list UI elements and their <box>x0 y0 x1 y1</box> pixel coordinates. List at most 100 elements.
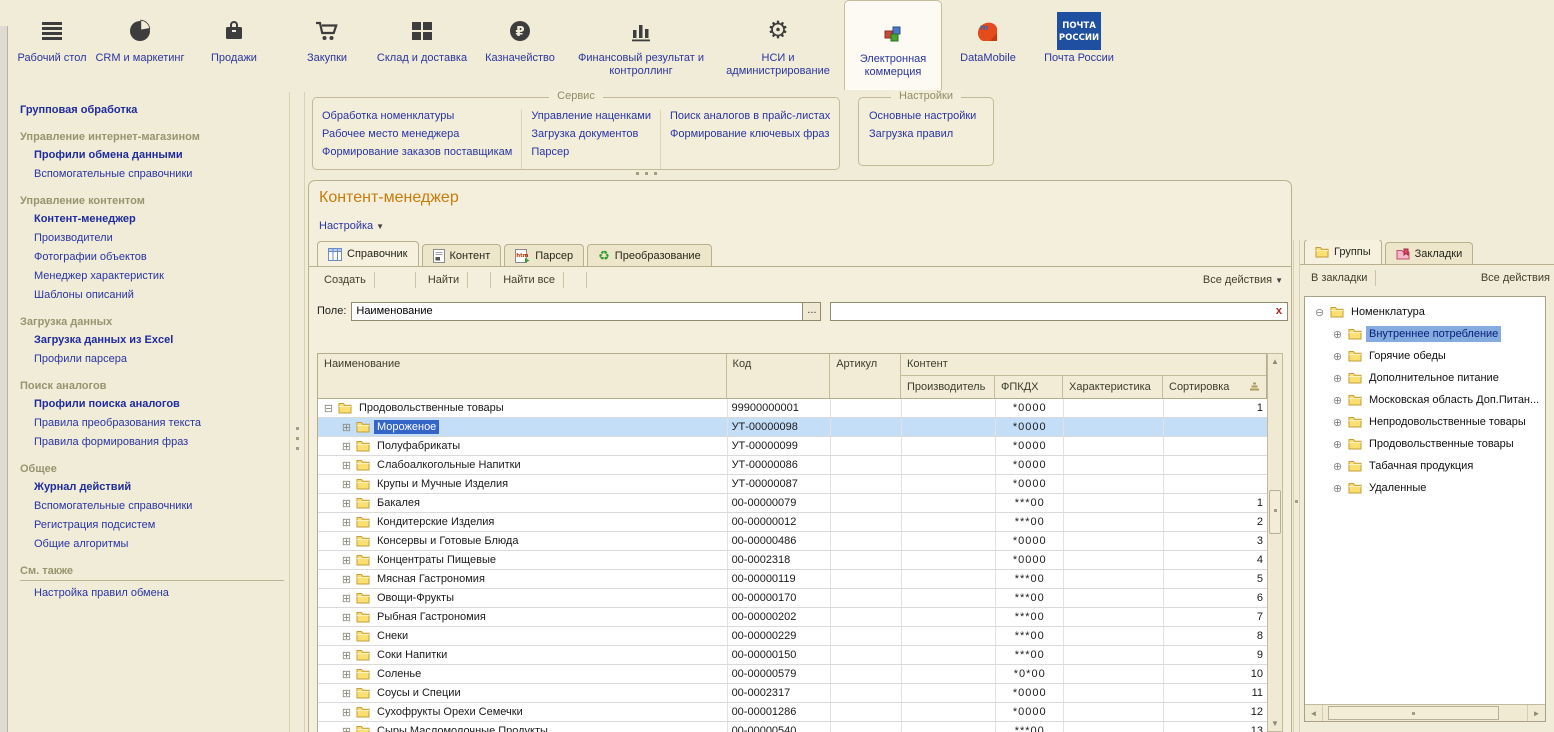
cell-code[interactable]: 00-00000150 <box>728 646 832 664</box>
cell-fpkdh[interactable]: ***00 <box>996 494 1064 512</box>
scroll-down-icon[interactable]: ▼ <box>1268 716 1282 731</box>
ribbon-item-2[interactable]: Продажи <box>188 0 280 90</box>
cell-article[interactable] <box>831 532 902 550</box>
column-header-code[interactable]: Код <box>727 354 831 398</box>
right-panel-splitter[interactable] <box>1293 240 1300 732</box>
cell-name[interactable]: ⊞Слабоалкогольные Напитки <box>318 456 728 474</box>
table-row[interactable]: ⊟Продовольственные товары99900000001 *000… <box>318 399 1267 418</box>
cell-fpkdh[interactable]: *0000 <box>996 551 1064 569</box>
cell-fpkdh[interactable]: *0000 <box>996 437 1064 455</box>
cell-fpkdh[interactable]: *0000 <box>996 418 1064 436</box>
cell-sort[interactable]: 12 <box>1164 703 1267 721</box>
cell-fpkdh[interactable]: ***00 <box>996 722 1064 732</box>
expand-icon[interactable]: ⊕ <box>1331 372 1344 385</box>
cell-characteristic[interactable] <box>1064 665 1164 683</box>
cell-fpkdh[interactable]: *0000 <box>996 399 1064 417</box>
ellipsis-button[interactable]: ... <box>802 303 820 320</box>
all-actions-button[interactable]: Все действия▼ <box>1203 274 1283 286</box>
cell-producer[interactable] <box>902 456 996 474</box>
scroll-up-icon[interactable]: ▲ <box>1268 354 1282 369</box>
cell-sort[interactable]: 1 <box>1164 494 1267 512</box>
column-header-fpkdh[interactable]: ФПКДХ <box>995 376 1063 398</box>
scroll-right-icon[interactable]: ► <box>1527 705 1545 721</box>
scroll-left-icon[interactable]: ◄ <box>1305 705 1323 721</box>
cell-producer[interactable] <box>902 570 996 588</box>
sidebar-item[interactable]: Настройка правил обмена <box>34 587 288 599</box>
cell-characteristic[interactable] <box>1064 608 1164 626</box>
cell-name[interactable]: ⊞Сухофрукты Орехи Семечки <box>318 703 728 721</box>
create-button[interactable]: Создать <box>320 274 366 286</box>
expand-icon[interactable]: ⊕ <box>1331 438 1344 451</box>
cell-sort[interactable]: 10 <box>1164 665 1267 683</box>
cell-article[interactable] <box>831 551 902 569</box>
cell-producer[interactable] <box>902 665 996 683</box>
cell-fpkdh[interactable]: ***00 <box>996 608 1064 626</box>
cell-producer[interactable] <box>902 684 996 702</box>
cell-code[interactable]: 99900000001 <box>728 399 832 417</box>
clear-icon[interactable]: x <box>1270 303 1287 320</box>
cell-name[interactable]: ⊞Консервы и Готовые Блюда <box>318 532 728 550</box>
ribbon-item-1[interactable]: CRM и маркетинг <box>92 0 188 90</box>
cell-code[interactable]: УТ-00000087 <box>728 475 832 493</box>
table-row[interactable]: ⊞Кондитерские Изделия00-00000012***002 <box>318 513 1267 532</box>
cell-code[interactable]: 00-00000579 <box>728 665 832 683</box>
cell-sort[interactable] <box>1164 418 1267 436</box>
sidebar-item[interactable]: Производители <box>34 232 288 244</box>
service-link[interactable]: Управление наценками <box>531 110 651 122</box>
groups-all-actions-button[interactable]: Все действия <box>1481 272 1550 284</box>
cell-name[interactable]: ⊟Продовольственные товары <box>318 399 728 417</box>
sidebar-item[interactable]: Контент-менеджер <box>34 213 288 225</box>
cell-fpkdh[interactable]: *0000 <box>996 532 1064 550</box>
cell-code[interactable]: 00-00000540 <box>728 722 832 732</box>
table-row[interactable]: ⊞Соки Напитки00-00000150***009 <box>318 646 1267 665</box>
cell-fpkdh[interactable]: *0000 <box>996 684 1064 702</box>
expand-icon[interactable]: ⊕ <box>1331 482 1344 495</box>
expand-icon[interactable]: ⊞ <box>340 554 353 567</box>
table-row[interactable]: ⊞Сухофрукты Орехи Семечки00-00001286*000… <box>318 703 1267 722</box>
cell-name[interactable]: ⊞Соки Напитки <box>318 646 728 664</box>
cell-producer[interactable] <box>902 646 996 664</box>
cell-sort[interactable] <box>1164 475 1267 493</box>
cell-name[interactable]: ⊞Соусы и Специи <box>318 684 728 702</box>
service-link[interactable]: Рабочее место менеджера <box>322 128 512 140</box>
cell-fpkdh[interactable]: ***00 <box>996 589 1064 607</box>
expand-icon[interactable]: ⊞ <box>340 421 353 434</box>
cell-code[interactable]: 00-00000229 <box>728 627 832 645</box>
settings-link[interactable]: Загрузка правил <box>869 128 985 140</box>
table-row[interactable]: ⊞Слабоалкогольные НапиткиУТ-00000086*000… <box>318 456 1267 475</box>
collapse-icon[interactable]: ⊖ <box>1313 306 1326 319</box>
column-header-content[interactable]: Контент <box>901 354 1266 376</box>
cell-characteristic[interactable] <box>1064 570 1164 588</box>
cell-article[interactable] <box>831 570 902 588</box>
ribbon-item-0[interactable]: Рабочий стол <box>12 0 92 90</box>
cell-fpkdh[interactable]: ***00 <box>996 627 1064 645</box>
sidebar-item[interactable]: Фотографии объектов <box>34 251 288 263</box>
cell-name[interactable]: ⊞Кондитерские Изделия <box>318 513 728 531</box>
expand-icon[interactable]: ⊞ <box>340 706 353 719</box>
search-input[interactable] <box>831 303 1270 320</box>
cell-producer[interactable] <box>902 703 996 721</box>
cell-code[interactable]: 00-00000202 <box>728 608 832 626</box>
cell-characteristic[interactable] <box>1064 418 1164 436</box>
tab-Закладки[interactable]: Закладки <box>1385 242 1474 264</box>
cell-code[interactable]: 00-00000486 <box>728 532 832 550</box>
sidebar-item[interactable]: Менеджер характеристик <box>34 270 288 282</box>
table-row[interactable]: ⊞Соусы и Специи00-0002317*000011 <box>318 684 1267 703</box>
expand-icon[interactable]: ⊞ <box>340 440 353 453</box>
table-row[interactable]: ⊞Овощи-Фрукты00-00000170***006 <box>318 589 1267 608</box>
cell-name[interactable]: ⊞Сыры Масломолочные Продукты <box>318 722 728 732</box>
cell-name[interactable]: ⊞Бакалея <box>318 494 728 512</box>
sidebar-item[interactable]: Общие алгоритмы <box>34 538 288 550</box>
table-row[interactable]: ⊞Соленье00-00000579*0*0010 <box>318 665 1267 684</box>
ribbon-item-8[interactable]: Электронная коммерция <box>844 0 942 90</box>
cell-article[interactable] <box>831 475 902 493</box>
cell-producer[interactable] <box>902 532 996 550</box>
service-link[interactable]: Поиск аналогов в прайс-листах <box>670 110 830 122</box>
cell-article[interactable] <box>831 589 902 607</box>
tree-item[interactable]: ⊕Горячие обеды <box>1305 345 1545 367</box>
cell-producer[interactable] <box>902 722 996 732</box>
cell-article[interactable] <box>831 646 902 664</box>
expand-icon[interactable]: ⊞ <box>340 478 353 491</box>
cell-article[interactable] <box>831 437 902 455</box>
expand-icon[interactable]: ⊕ <box>1331 394 1344 407</box>
